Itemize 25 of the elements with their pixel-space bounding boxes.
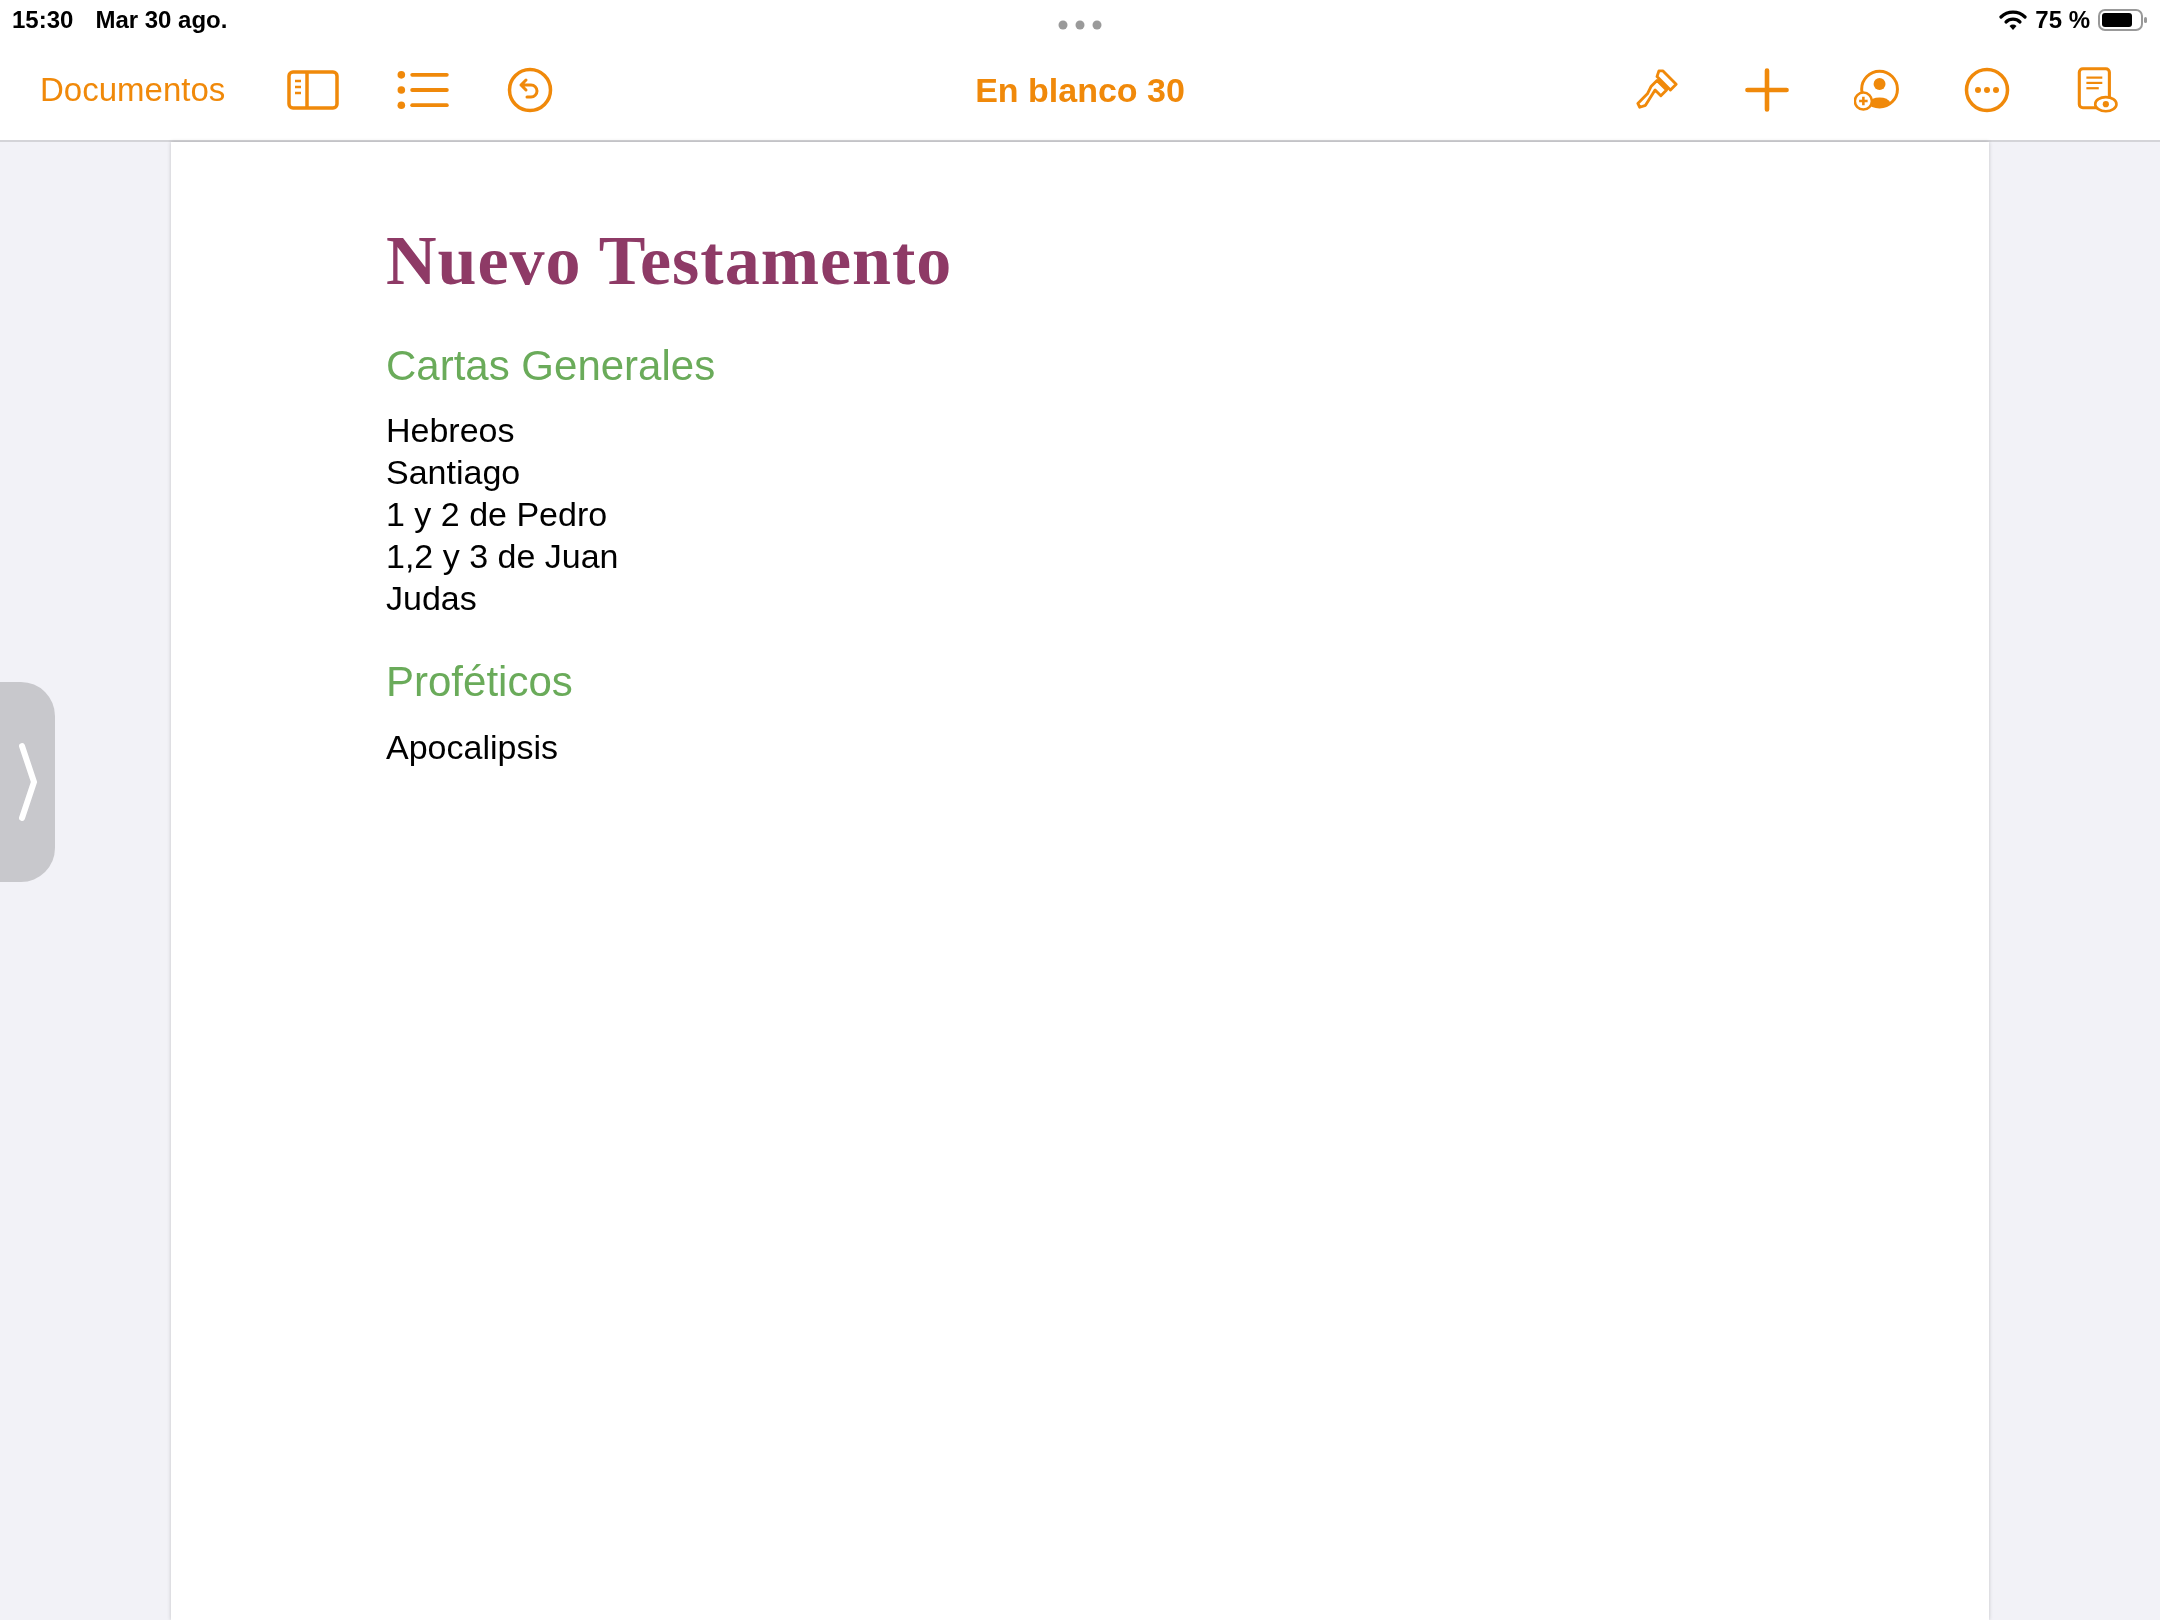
document-title: En blanco 30: [975, 70, 1185, 110]
undo-icon[interactable]: [507, 67, 554, 113]
chevron-right-icon[interactable]: [17, 742, 38, 822]
section-heading: Proféticos: [386, 657, 574, 708]
body-text: 1,2 y 3 de Juan: [386, 536, 620, 578]
body-text: Hebreos: [386, 410, 516, 452]
plus-icon[interactable]: [1744, 67, 1790, 113]
sidebar-icon[interactable]: [287, 70, 340, 110]
add-person-icon[interactable]: [1854, 67, 1900, 113]
wifi-icon: [1999, 9, 2028, 31]
documents-button[interactable]: Documentos: [40, 71, 226, 109]
body-text: Santiago: [386, 452, 522, 494]
body-text: 1 y 2 de Pedro: [386, 494, 609, 536]
more-icon[interactable]: [1964, 67, 2010, 113]
battery-icon: [2098, 8, 2148, 32]
multitasking-dots-icon[interactable]: [1058, 20, 1102, 30]
status-time: 15:30: [12, 6, 74, 34]
list-icon[interactable]: [397, 70, 450, 110]
document-heading: Nuevo Testamento: [386, 222, 954, 299]
status-date: Mar 30 ago.: [95, 6, 228, 34]
sidebar-handle[interactable]: [0, 682, 55, 882]
section-heading: Cartas Generales: [386, 341, 717, 391]
body-text: Judas: [386, 578, 478, 620]
body-text: Apocalipsis: [386, 726, 559, 768]
battery-percent: 75 %: [2035, 6, 2090, 34]
